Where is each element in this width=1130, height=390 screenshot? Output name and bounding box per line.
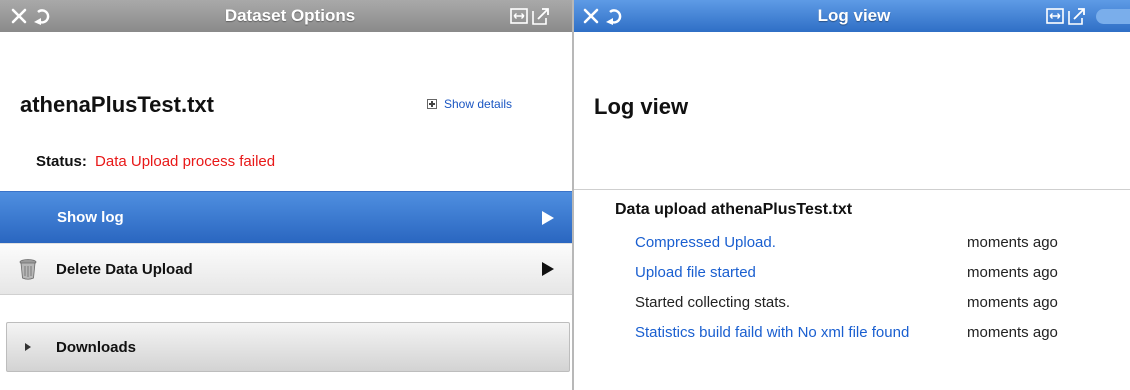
log-entry: Compressed Upload. moments ago: [635, 232, 1115, 254]
log-view-titlebar: Log view: [574, 0, 1130, 32]
log-message-link[interactable]: Upload file started: [635, 262, 955, 284]
dataset-options-title: Dataset Options: [224, 6, 356, 25]
popout-icon[interactable]: [530, 5, 552, 27]
log-time: moments ago: [967, 294, 1058, 311]
log-view-title: Log view: [817, 6, 891, 25]
status-label: Status:: [36, 153, 87, 170]
log-time: moments ago: [967, 324, 1058, 341]
popout-icon[interactable]: [1066, 5, 1088, 27]
expand-icon[interactable]: [508, 5, 530, 27]
chevron-right-icon: [542, 262, 554, 276]
plus-box-icon[interactable]: [427, 99, 437, 109]
delete-data-upload-label: Delete Data Upload: [56, 260, 193, 278]
chevron-right-icon: [542, 210, 554, 225]
expand-icon[interactable]: [1044, 5, 1066, 27]
show-details-label[interactable]: Show details: [444, 97, 512, 111]
log-table: Compressed Upload. moments ago Upload fi…: [635, 232, 1115, 344]
downloads-label: Downloads: [56, 338, 137, 356]
delete-data-upload-button[interactable]: Delete Data Upload: [0, 243, 572, 295]
trash-icon: [19, 258, 37, 280]
log-message-link[interactable]: Compressed Upload.: [635, 232, 955, 254]
divider: [574, 189, 1130, 190]
log-view-heading: Log view: [594, 94, 689, 119]
log-entry: Statistics build faild with No xml file …: [635, 322, 1115, 344]
dataset-options-titlebar: Dataset Options: [0, 0, 572, 32]
close-icon[interactable]: [8, 5, 30, 27]
dataset-name: athenaPlusTest.txt: [20, 92, 214, 117]
show-log-label: Show log: [57, 209, 124, 226]
refresh-icon[interactable]: [604, 5, 626, 27]
scroll-handle[interactable]: [1096, 9, 1130, 24]
status-value: Data Upload process failed: [95, 153, 276, 170]
show-log-button[interactable]: Show log: [0, 191, 572, 243]
log-time: moments ago: [967, 234, 1058, 251]
log-message: Started collecting stats.: [635, 294, 791, 311]
log-message-link[interactable]: Statistics build faild with No xml file …: [635, 322, 955, 344]
log-time: moments ago: [967, 264, 1058, 281]
downloads-collapsible[interactable]: Downloads: [6, 322, 570, 372]
log-entry: Upload file started moments ago: [635, 262, 1115, 284]
close-icon[interactable]: [580, 5, 602, 27]
expand-triangle-icon: [25, 343, 31, 351]
app-root: Dataset Options athenaPlusTest.txt Show …: [0, 0, 1130, 390]
show-details-link[interactable]: Show details: [427, 97, 512, 111]
refresh-icon[interactable]: [32, 5, 54, 27]
log-section-title: Data upload athenaPlusTest.txt: [615, 201, 853, 218]
log-entry: Started collecting stats. moments ago: [635, 292, 1115, 314]
log-view-panel: Log view Log view Data upload athenaPlus…: [572, 0, 1130, 390]
upload-status: Status: Data Upload process failed: [36, 153, 275, 170]
dataset-options-panel: Dataset Options athenaPlusTest.txt Show …: [0, 0, 572, 390]
